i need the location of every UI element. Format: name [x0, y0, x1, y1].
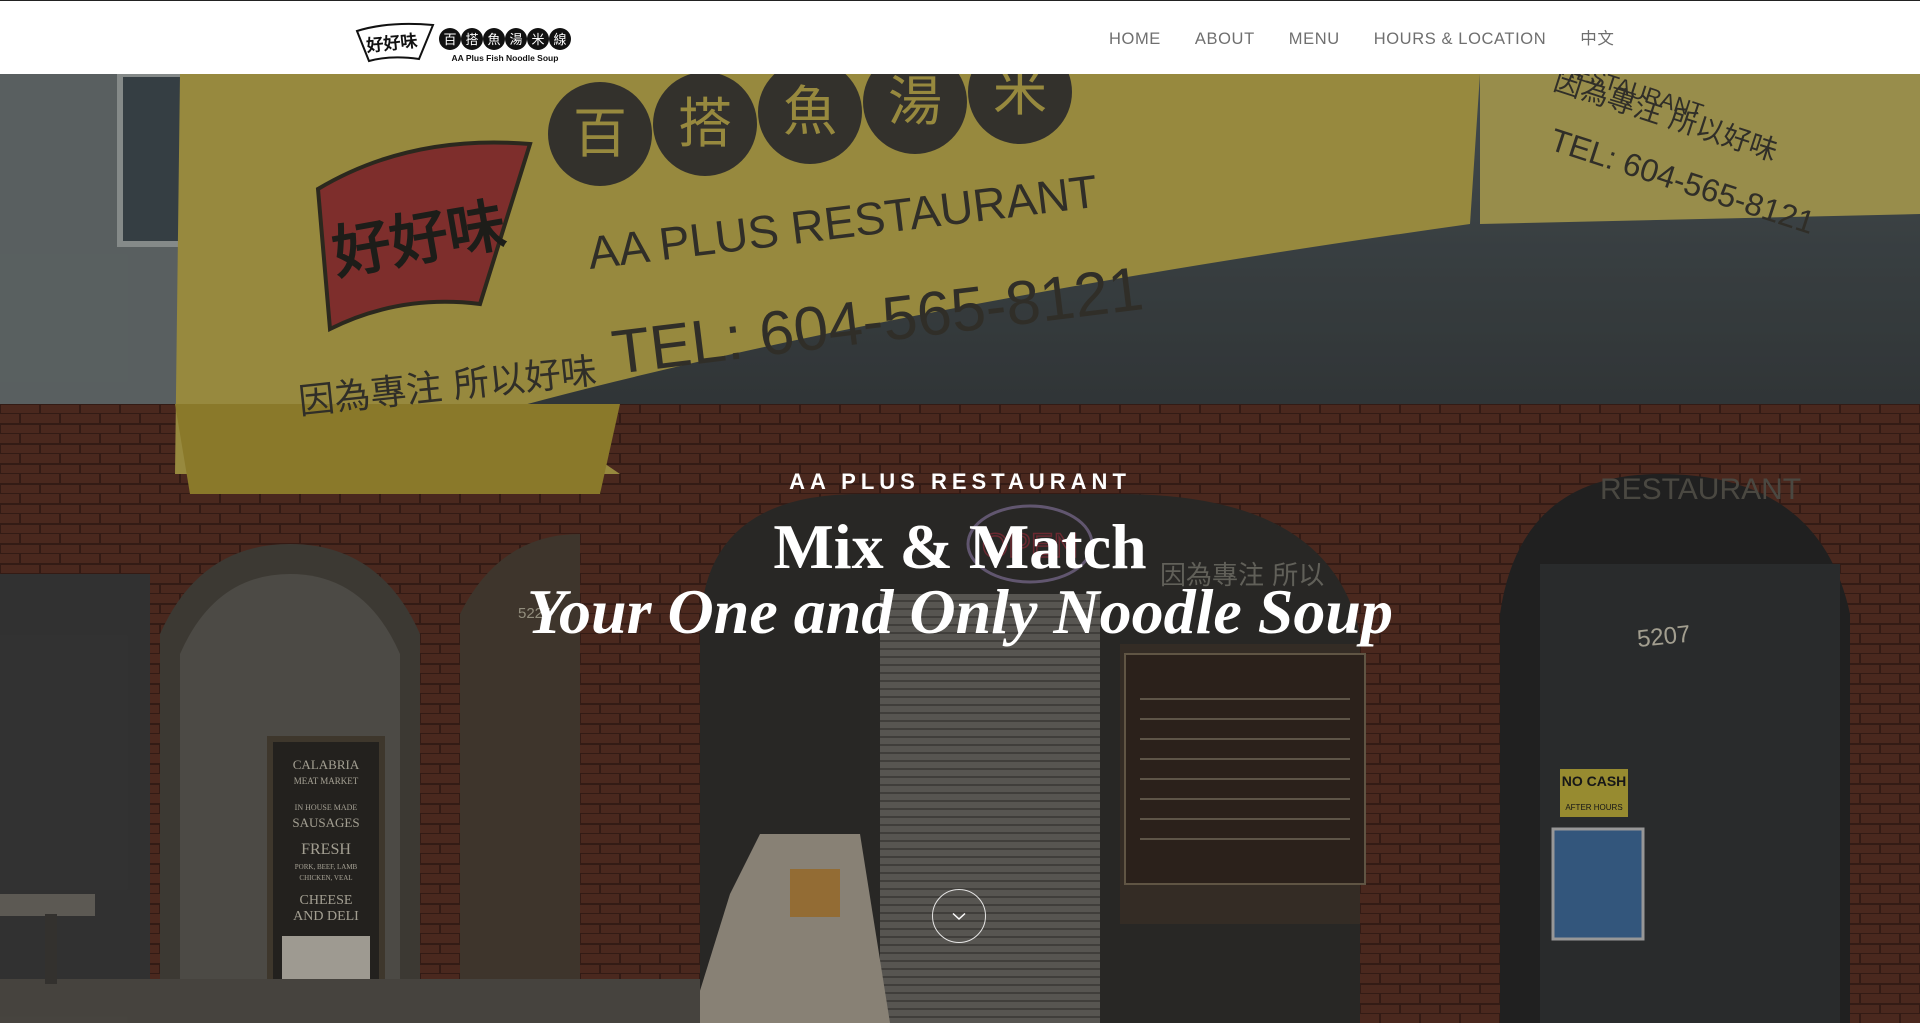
main-nav: HOME ABOUT MENU HOURS & LOCATION 中文 — [1109, 29, 1648, 49]
hero-section: 好好味 百 搭 魚 湯 米 AA PLUS RESTAURANT TEL: 60… — [0, 74, 1920, 1023]
hero-eyebrow: AA PLUS RESTAURANT — [789, 469, 1131, 494]
svg-text:湯: 湯 — [509, 33, 522, 48]
nav-chinese-language-link[interactable]: 中文 — [1580, 29, 1614, 49]
svg-text:搭: 搭 — [465, 32, 478, 48]
svg-text:魚: 魚 — [487, 33, 500, 48]
hero-text-block: AA PLUS RESTAURANT Mix & Match Your One … — [0, 469, 1920, 647]
svg-text:百: 百 — [443, 33, 456, 48]
hero-subheadline: Your One and Only Noodle Soup — [527, 576, 1393, 647]
nav-home-link[interactable]: HOME — [1109, 29, 1161, 49]
logo-tagline: AA Plus Fish Noodle Soup — [452, 53, 559, 63]
svg-text:線: 線 — [553, 32, 566, 48]
nav-about-link[interactable]: ABOUT — [1195, 29, 1255, 49]
logo-chinese-name: 百 搭 魚 湯 米 線 — [439, 28, 571, 50]
svg-text:米: 米 — [531, 33, 544, 48]
nav-menu-link[interactable]: MENU — [1289, 29, 1340, 49]
hero-headline: Mix & Match — [773, 511, 1147, 582]
site-logo[interactable]: 好好味 百 搭 魚 湯 米 線 AA Plus Fish Noodle Soup — [355, 19, 581, 65]
scroll-down-button[interactable] — [932, 889, 986, 943]
top-navbar: 好好味 百 搭 魚 湯 米 線 AA Plus Fish Noodle Soup… — [0, 0, 1920, 74]
chevron-down-icon — [952, 912, 966, 920]
nav-hours-location-link[interactable]: HOURS & LOCATION — [1374, 29, 1546, 49]
